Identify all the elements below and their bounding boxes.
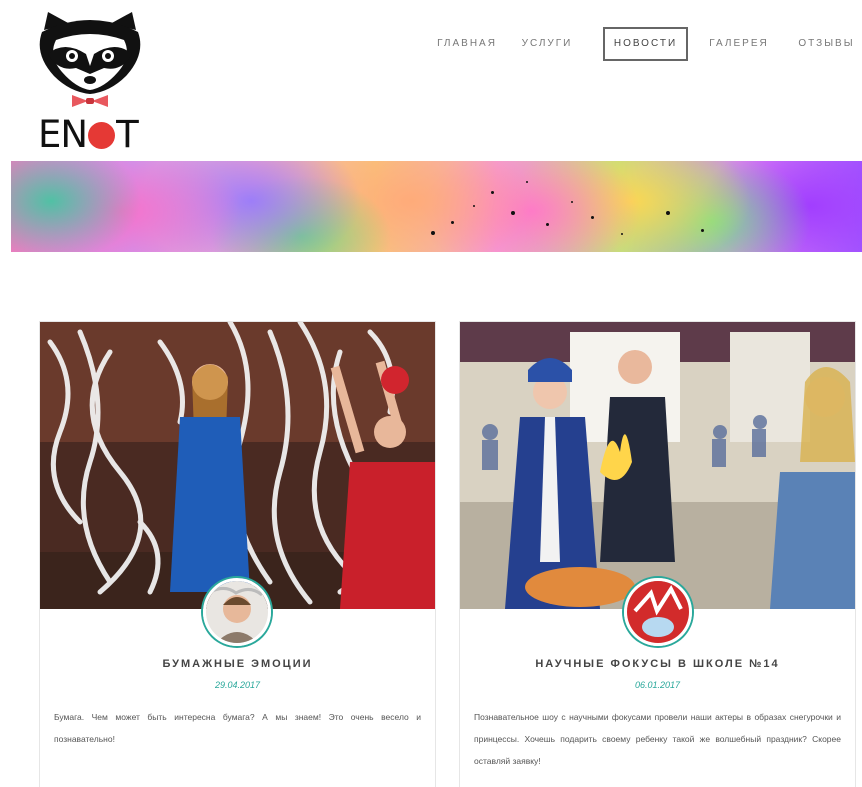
news-avatar [624,578,692,646]
main-nav: ГЛАВНАЯ УСЛУГИ НОВОСТИ ГАЛЕРЕЯ ОТЗЫВЫ [430,27,860,61]
nav-item-news[interactable]: НОВОСТИ [603,27,688,61]
news-title[interactable]: НАУЧНЫЕ ФОКУСЫ В ШКОЛЕ №14 [460,658,855,670]
nav-item-gallery[interactable]: ГАЛЕРЕЯ [703,27,775,61]
news-excerpt: Познавательное шоу с научными фокусами п… [474,712,841,766]
news-title[interactable]: БУМАЖНЫЕ ЭМОЦИИ [40,658,435,670]
news-photo[interactable] [40,322,435,609]
news-card[interactable]: БУМАЖНЫЕ ЭМОЦИИ 29.04.2017 Бумага. Чем м… [39,321,436,787]
news-avatar [203,578,271,646]
logo-wordmark: EN T [38,113,139,156]
news-date: 06.01.2017 [634,680,681,690]
nav-item-reviews[interactable]: ОТЗЫВЫ [795,27,858,61]
news-excerpt: Бумага. Чем может быть интересна бумага?… [54,712,421,744]
nav-item-home[interactable]: ГЛАВНАЯ [430,27,504,61]
nav-item-services[interactable]: УСЛУГИ [512,27,582,61]
logo-dot [88,122,116,149]
news-photo[interactable] [460,322,855,609]
news-card[interactable]: НАУЧНЫЕ ФОКУСЫ В ШКОЛЕ №14 06.01.2017 По… [459,321,856,787]
bow-tie-icon [72,95,108,107]
holi-paint-banner [11,161,862,252]
news-date: 29.04.2017 [214,680,261,690]
site-logo[interactable]: EN T [34,10,146,153]
